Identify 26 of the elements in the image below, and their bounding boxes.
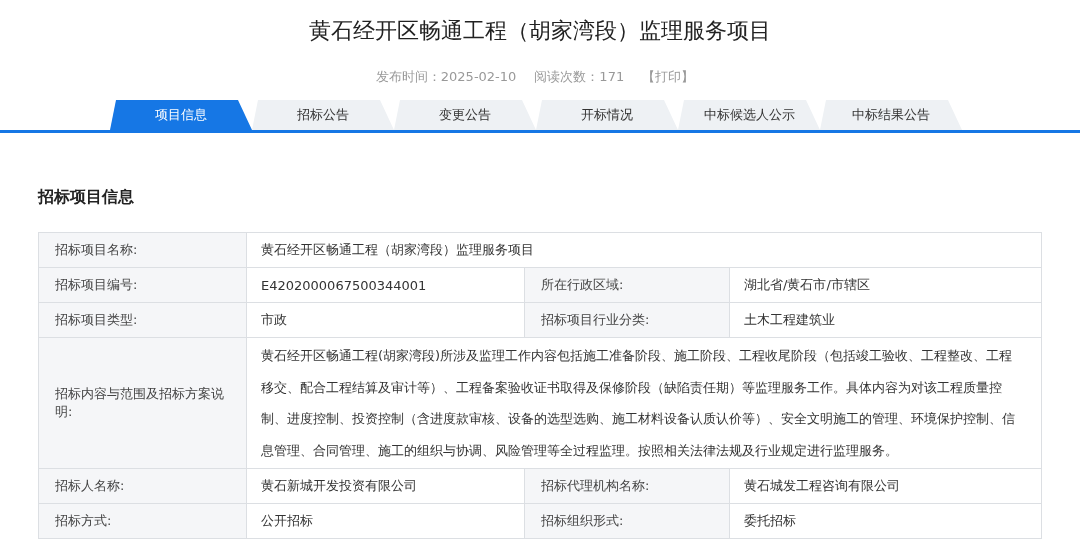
publish-time: 发布时间：2025-02-10 (375, 68, 517, 86)
page-title: 黄石经开区畅通工程（胡家湾段）监理服务项目 (308, 17, 772, 45)
field-value: 委托招标 (729, 504, 1041, 538)
field-label: 招标项目名称: (39, 233, 246, 267)
tab[interactable]: 招标公告 (252, 100, 394, 130)
field-label: 招标组织形式: (524, 504, 729, 538)
field-label: 所在行政区域: (524, 268, 729, 302)
field-value: 土木工程建筑业 (729, 303, 1041, 337)
tab[interactable]: 开标情况 (536, 100, 678, 130)
field-label: 招标方式: (39, 504, 246, 538)
field-value: 黄石经开区畅通工程(胡家湾段)所涉及监理工作内容包括施工准备阶段、施工阶段、工程收尾阶段（包括竣工验收、工程整改、工程移交、配合工程结算及审计等）、工程备案验收证书取得及保修阶段（缺陷责任期）等监理服务工作。具体内容为对该工程质量控制、进度控制、投资控制（含进度款审核、设备的选型选购、施工材料设备认质认价等）、安全文明施工的管理、环境保护控制、信息管理、合同管理、施工的组织与协调、风险管理等全过程监理。按照相关法律法规及行业规定进行监理服务。 (246, 338, 1041, 468)
field-value: 黄石城发工程咨询有限公司 (729, 469, 1041, 503)
field-label: 招标项目类型: (39, 303, 246, 337)
field-value: 黄石经开区畅通工程（胡家湾段）监理服务项目 (246, 233, 1041, 267)
field-label: 招标项目行业分类: (524, 303, 729, 337)
section-title: 招标项目信息 (38, 187, 135, 208)
field-label: 招标项目编号: (39, 268, 246, 302)
tab[interactable]: 项目信息 (110, 100, 252, 130)
tab[interactable]: 中标结果公告 (820, 100, 962, 130)
field-label: 招标代理机构名称: (524, 469, 729, 503)
tab[interactable]: 中标候选人公示 (678, 100, 820, 130)
tab[interactable]: 变更公告 (394, 100, 536, 130)
read-count: 阅读次数：171 (534, 68, 625, 86)
field-label: 招标人名称: (39, 469, 246, 503)
field-value: 湖北省/黄石市/市辖区 (729, 268, 1041, 302)
field-label: 招标内容与范围及招标方案说明: (39, 338, 246, 468)
